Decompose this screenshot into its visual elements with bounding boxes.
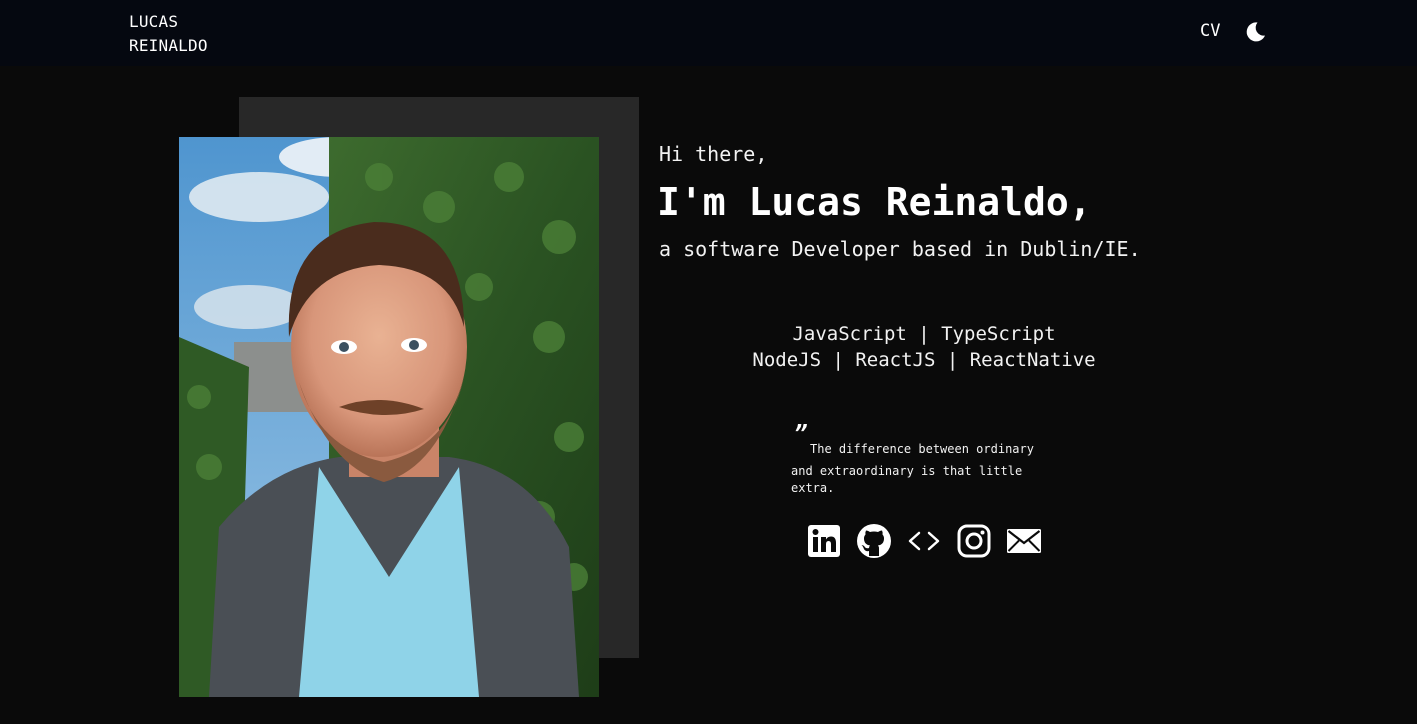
linkedin-icon[interactable] [806,523,842,559]
github-icon[interactable] [856,523,892,559]
quote-line: The difference between ordinary [810,442,1034,456]
quote-line: and extraordinary is that little extra. [791,464,1023,495]
skills-line: NodeJS | ReactJS | ReactNative [752,349,1096,371]
moon-icon[interactable] [1243,20,1267,44]
skills-line: JavaScript | TypeScript [792,323,1056,345]
skills-list: JavaScript | TypeScript NodeJS | ReactJS… [640,321,1208,373]
page-title: I'm Lucas Reinaldo, [657,180,1092,224]
cv-link[interactable]: CV [1200,19,1220,43]
quote: The difference between ordinary and extr… [791,441,1041,497]
instagram-icon[interactable] [956,523,992,559]
brand-name[interactable]: LUCAS REINALDO [129,10,208,58]
profile-photo [179,137,599,697]
mail-icon[interactable] [1006,523,1042,559]
code-icon[interactable] [906,523,942,559]
greeting: Hi there, [659,142,768,166]
navbar: LUCAS REINALDO CV [0,0,1417,66]
tagline: a software Developer based in Dublin/IE. [659,237,1141,261]
